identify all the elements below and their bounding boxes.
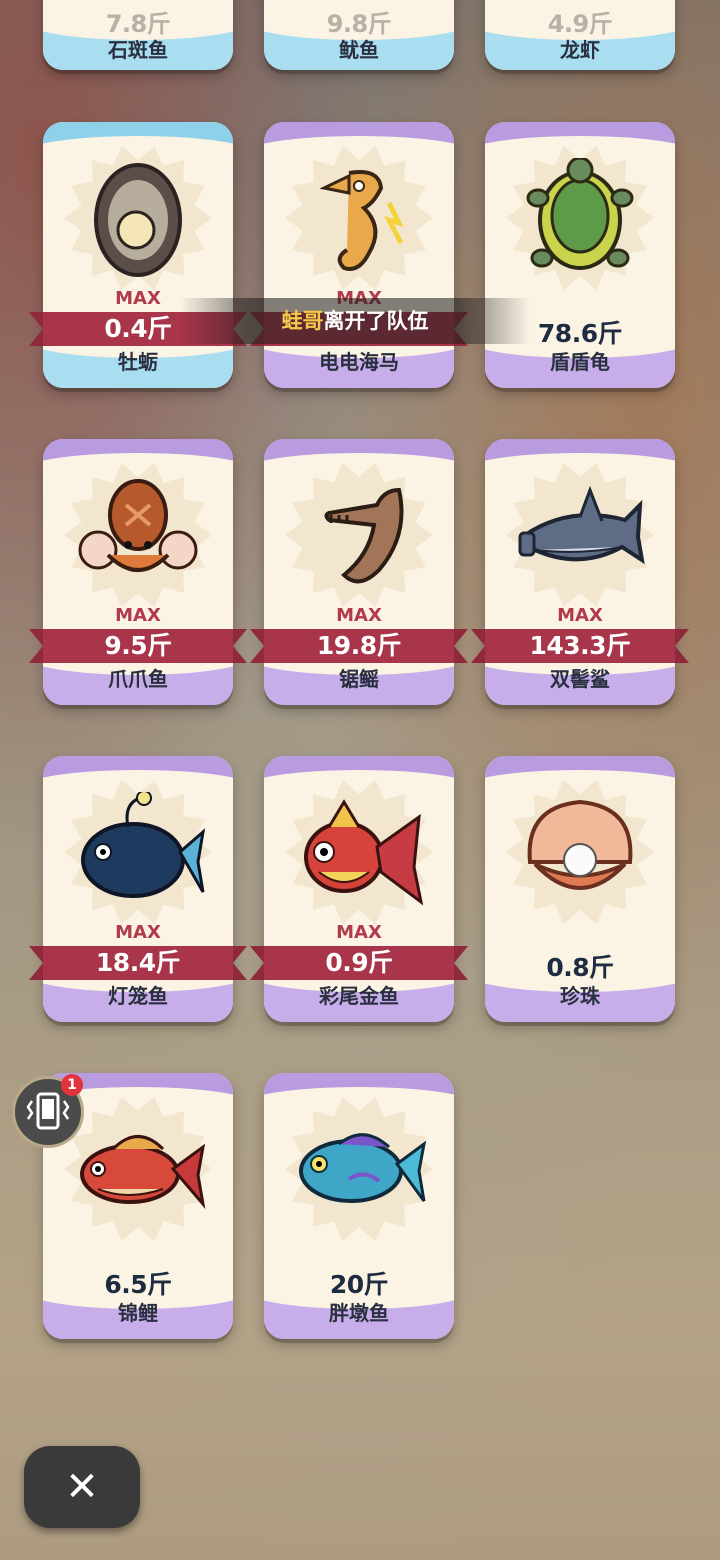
toast-message: 离开了队伍 [323,309,429,333]
collection-card[interactable]: 20斤 胖墩鱼 [264,1073,454,1339]
card-name: 灯笼鱼 [108,984,168,1008]
collection-card[interactable]: MAX 9.5斤爪爪鱼 [43,439,233,705]
toast-nickname: 蛙哥 [281,309,324,333]
seahorse-icon [319,170,404,271]
pearl-icon [527,799,633,890]
collection-card[interactable]: MAX 0.4斤 牡蛎 [43,122,233,388]
card-weight: 20斤 [329,1270,389,1299]
card-weight: 0.8斤 [546,953,614,982]
collection-card-lobster[interactable]: 4.9斤 龙虾 [485,0,675,70]
card-name: 彩尾金鱼 [319,984,399,1008]
card-name: 爪爪鱼 [108,667,168,691]
parrotfish-icon [299,1133,427,1203]
ribbon-tail-left [29,946,43,980]
card-weight: 18.4斤 [95,948,181,977]
close-button[interactable]: ✕ [24,1446,140,1528]
oyster-icon [94,163,182,277]
collection-card[interactable]: MAX 0.9斤彩尾金鱼 [264,756,454,1022]
card-name: 双髻鲨 [550,667,610,691]
card-name: 胖墩鱼 [329,1301,389,1325]
ribbon-tail-right [233,629,247,663]
card-weight: 9.5斤 [104,631,172,660]
ribbon-tail-right [675,629,689,663]
card-weight: 0.9斤 [325,948,393,977]
card-weight: 19.8斤 [316,631,402,660]
collection-card[interactable]: 0.8斤 珍珠 [485,756,675,1022]
max-label: MAX [336,922,382,943]
card-name: 龙虾 [560,38,600,62]
notification-badge: 1 [61,1074,83,1096]
max-label: MAX [115,605,161,626]
card-name: 锦鲤 [118,1301,158,1325]
turtle-icon [526,158,634,270]
collection-card[interactable]: MAX 18.4斤灯笼鱼 [43,756,233,1022]
ribbon-tail-right [233,946,247,980]
collection-card[interactable]: 78.6斤 盾盾龟 [485,122,675,388]
max-label: MAX [115,922,161,943]
ribbon-tail-left [29,312,43,346]
goldfish-icon [304,799,424,906]
card-name: 珍珠 [560,984,600,1008]
card-weight: 143.3斤 [529,631,631,660]
card-name: 石斑鱼 [108,38,168,62]
card-name: 盾盾龟 [550,350,610,374]
ribbon-tail-left [250,629,264,663]
hammerhead-icon [518,485,645,565]
collection-card-grouper[interactable]: 7.8斤 石斑鱼 [43,0,233,70]
octopus-icon [78,479,198,572]
close-icon: ✕ [65,1464,99,1510]
anglerfish-icon [81,792,206,898]
card-name: 牡蛎 [118,350,158,374]
max-label: MAX [557,605,603,626]
max-label: MAX [336,605,382,626]
collection-card[interactable]: MAX 19.8斤锯鳐 [264,439,454,705]
ribbon-tail-right [454,946,468,980]
ribbon-tail-left [250,946,264,980]
ribbon-tail-left [471,629,485,663]
card-name: 鱿鱼 [339,38,379,62]
card-weight: 6.5斤 [104,1270,172,1299]
koi-icon [80,1135,206,1210]
card-name: 锯鳐 [339,667,379,691]
ribbon-tail-left [29,629,43,663]
collection-card[interactable]: MAX电电海马 [264,122,454,388]
ribbon-tail-right [454,629,468,663]
card-name: 电电海马 [319,350,399,374]
sawfish-icon [324,487,404,584]
collection-card[interactable]: MAX 143.3斤双髻鲨 [485,439,675,705]
collection-card-squid[interactable]: 9.8斤 鱿鱼 [264,0,454,70]
team-leave-toast: 蛙哥离开了队伍 [180,298,530,344]
